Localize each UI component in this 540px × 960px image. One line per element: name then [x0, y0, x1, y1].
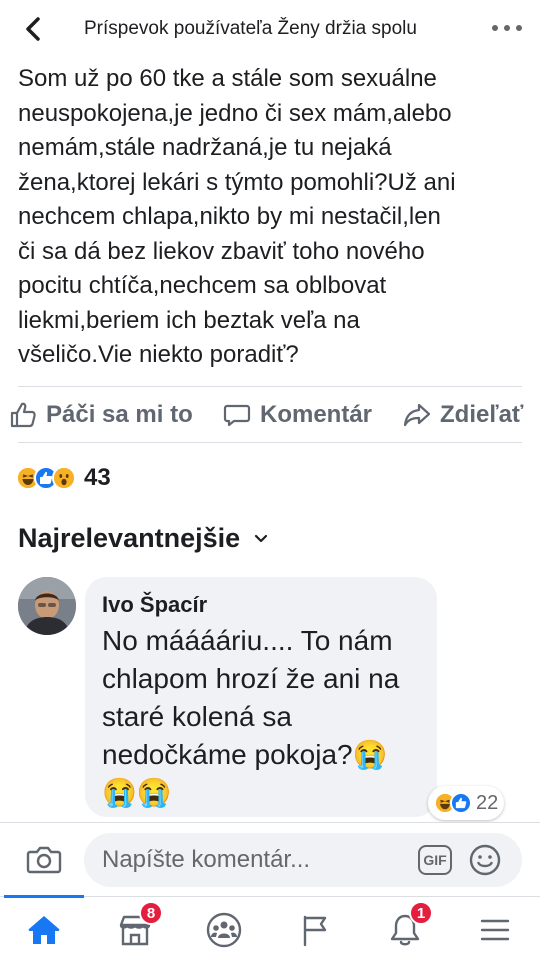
post-text-line: Som už po 60 tke a stále som sexuálne — [18, 65, 437, 92]
marketplace-badge: 8 — [139, 901, 163, 925]
reactions-count: 43 — [84, 464, 111, 491]
comment-label: Komentár — [260, 401, 373, 428]
page-title: Príspevok používateľa Ženy držia spolu — [84, 18, 417, 39]
post-text-line: neuspokojena,je jedno či sex mám,alebo — [18, 99, 452, 127]
share-label: Zdieľať — [440, 401, 524, 428]
chevron-down-icon — [255, 534, 268, 542]
divider — [18, 386, 522, 387]
comment-text: No mááááriu.... To nám chlapom hrozí že … — [102, 622, 432, 812]
avatar[interactable] — [18, 577, 76, 635]
home-icon — [28, 916, 60, 944]
top-bar: Príspevok používateľa Ženy držia spolu — [0, 0, 540, 58]
nav-pages[interactable] — [285, 905, 345, 955]
more-horizontal-icon — [492, 25, 498, 31]
reactions-summary[interactable]: 43 — [16, 462, 111, 494]
bottom-navigation: 8 1 — [0, 895, 540, 960]
comment-icon — [223, 404, 251, 427]
post-text-line: všeličo.Vie niekto poradiť? — [18, 341, 299, 368]
post-text-line: nemám,stále nadržaná,je tu nejaká — [18, 134, 392, 161]
comment-author[interactable]: Ivo Špacír — [102, 592, 207, 618]
post-actions: Páči sa mi to Komentár Zdieľať — [0, 388, 540, 442]
comment-reactions-count: 22 — [476, 791, 499, 814]
sort-label: Najrelevantnejšie — [18, 523, 241, 553]
post-text-line: liekmi,beriem ich beztak veľa na — [18, 306, 360, 334]
thumbs-up-icon — [10, 402, 36, 428]
nav-home[interactable] — [14, 905, 74, 955]
comment-composer: GIF — [0, 822, 540, 896]
nav-notifications[interactable]: 1 — [375, 901, 435, 955]
nav-marketplace[interactable]: 8 — [105, 901, 165, 955]
nav-groups[interactable] — [194, 905, 254, 955]
divider — [18, 442, 522, 443]
hamburger-menu-icon — [480, 919, 510, 941]
comment-text-line: nedočkáme pokoja?😭 — [102, 739, 388, 770]
flag-icon — [303, 915, 327, 947]
like-label: Páči sa mi to — [46, 401, 193, 428]
back-button[interactable] — [18, 14, 48, 44]
notifications-badge: 1 — [409, 901, 433, 925]
post-text-line: žena,ktorej lekári s týmto pomohli?Už an… — [18, 168, 456, 196]
emoji-button[interactable] — [468, 843, 502, 882]
post-text-line: nechcem chlapa,nikto by mi nestačil,len — [18, 203, 441, 230]
like-button[interactable]: Páči sa mi to — [8, 388, 193, 442]
post-text-line: či sa dá bez liekov zbaviť toho nového — [18, 237, 425, 265]
more-options-button[interactable] — [492, 18, 522, 38]
comment-button[interactable]: Komentár — [222, 388, 372, 442]
gif-button[interactable]: GIF — [418, 845, 452, 875]
groups-icon — [206, 912, 242, 948]
like-reaction-icon — [450, 792, 472, 814]
share-button[interactable]: Zdieľať — [402, 388, 523, 442]
comment-text-line: No mááááriu.... To nám — [102, 625, 393, 656]
comment-input[interactable] — [84, 833, 522, 887]
smiley-icon — [469, 844, 501, 876]
camera-icon — [26, 846, 62, 874]
comment-reactions[interactable]: 22 — [428, 786, 505, 820]
comment-text-line: staré kolená sa — [102, 701, 292, 732]
comment-text-line: chlapom hrozí že ani na — [102, 663, 400, 694]
comment-text-line: 😭😭 — [102, 777, 172, 808]
nav-menu[interactable] — [465, 905, 525, 955]
active-tab-indicator — [4, 895, 84, 898]
camera-button[interactable] — [26, 843, 62, 880]
comment-sort-dropdown[interactable]: Najrelevantnejšie — [18, 523, 268, 554]
wow-reaction-icon — [52, 466, 76, 490]
post-text-line: pocitu chtíča,nechcem sa oblbovat — [18, 272, 387, 299]
share-icon — [403, 403, 431, 427]
post-text: Som už po 60 tke a stále som sexuálne ne… — [18, 62, 518, 373]
chevron-left-icon — [26, 17, 40, 41]
